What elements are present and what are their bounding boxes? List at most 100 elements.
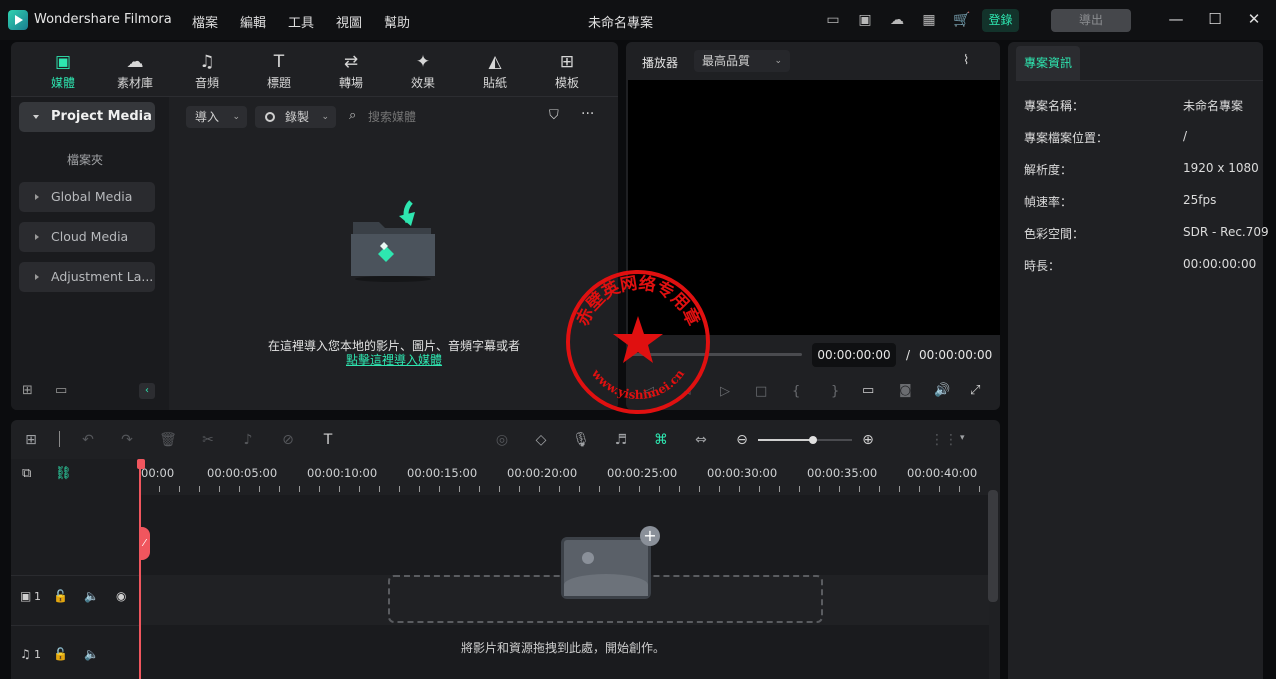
undo-icon[interactable]: ↶ <box>78 430 98 450</box>
sticker-icon: ◭ <box>488 52 502 72</box>
new-folder-icon[interactable]: ⊞ <box>22 383 33 398</box>
lock-icon[interactable]: 🔓 <box>53 589 68 603</box>
search-input[interactable] <box>368 106 528 128</box>
audio-mixer-icon[interactable]: ♬ <box>611 430 631 450</box>
add-icon[interactable]: + <box>640 526 660 546</box>
cloud-upload-icon[interactable]: ☁ <box>889 12 905 28</box>
quality-dropdown[interactable]: 最高品質 ⌄ <box>694 50 790 72</box>
play-icon[interactable]: ▷ <box>720 384 730 399</box>
menu-edit[interactable]: 編輯 <box>240 12 266 31</box>
login-button[interactable]: 登錄 <box>982 9 1019 32</box>
volume-icon[interactable]: 🔊 <box>934 383 950 398</box>
export-button[interactable]: 導出 <box>1051 9 1131 32</box>
grid-apps-icon[interactable]: ▦ <box>921 12 937 28</box>
maximize-icon[interactable]: ☐ <box>1206 10 1224 28</box>
video-preview[interactable] <box>628 80 1000 335</box>
more-icon[interactable]: ··· <box>581 106 594 122</box>
audio-edit-icon[interactable]: ♪ <box>238 430 258 450</box>
playhead-flag[interactable]: ⁄ <box>139 527 150 560</box>
drop-image-icon <box>561 537 651 599</box>
info-divider <box>1016 80 1263 81</box>
info-key-duration: 時長： <box>1024 259 1061 273</box>
zoom-out-icon[interactable]: ⊖ <box>732 430 752 450</box>
link-icon[interactable]: ⛓ <box>55 466 72 481</box>
snapshot-icon[interactable]: ◙ <box>899 383 912 398</box>
marker-icon[interactable]: ◇ <box>531 430 551 450</box>
current-timecode[interactable]: 00:00:00:00 <box>812 343 896 367</box>
sidebar-item-adjustment-layer[interactable]: Adjustment La... <box>19 262 155 292</box>
zoom-in-icon[interactable]: ⊕ <box>858 430 878 450</box>
tag-icon[interactable]: ⊘ <box>278 430 298 450</box>
timeline-scrollbar[interactable] <box>988 490 998 602</box>
speaker-icon[interactable]: 🔈 <box>84 589 99 603</box>
menu-help[interactable]: 幫助 <box>384 12 410 31</box>
snap-icon[interactable]: ⌘ <box>651 430 671 450</box>
zoom-slider[interactable] <box>758 436 852 444</box>
record-label: 錄製 <box>285 110 310 124</box>
save-icon[interactable]: ▣ <box>857 12 873 28</box>
sidebar-item-cloud-media[interactable]: Cloud Media <box>19 222 155 252</box>
rewind-icon[interactable]: ◃ <box>684 384 691 399</box>
tab-audio[interactable]: ♫ 音頻 <box>177 50 237 94</box>
menu-tools[interactable]: 工具 <box>288 12 314 31</box>
mark-out-icon[interactable]: } <box>831 384 839 399</box>
effects-icon: ✦ <box>415 52 431 72</box>
toolbar-separator <box>59 431 60 447</box>
layout-icon[interactable]: ▭ <box>825 12 841 28</box>
eye-icon[interactable]: ◉ <box>116 589 126 603</box>
tab-project-info[interactable]: 專案資訊 <box>1016 46 1080 80</box>
menu-view[interactable]: 視圖 <box>336 12 362 31</box>
delete-icon[interactable]: 🗑 <box>158 430 178 450</box>
total-timecode: 00:00:00:00 <box>919 348 993 362</box>
import-dropdown[interactable]: 導入 ⌄ <box>186 106 247 128</box>
render-preview-icon[interactable]: ◎ <box>492 430 512 450</box>
tab-effects[interactable]: ✦ 效果 <box>393 50 453 94</box>
ruler-label: 00:00:20:00 <box>507 466 578 480</box>
record-dropdown[interactable]: 錄製 ⌄ <box>255 106 336 128</box>
playhead-line[interactable] <box>139 459 141 679</box>
import-folder-illustration[interactable] <box>349 196 437 282</box>
tab-sticker[interactable]: ◭ 貼紙 <box>465 50 525 94</box>
tab-stock[interactable]: ☁ 素材庫 <box>105 50 165 94</box>
fit-timeline-icon[interactable]: ⇔ <box>691 430 711 450</box>
filter-icon[interactable]: ⛉ <box>549 108 559 123</box>
add-track-icon[interactable]: ⧉ <box>22 466 31 481</box>
filmora-logo-icon <box>8 10 28 30</box>
tab-media-label: 媒體 <box>50 76 75 90</box>
speaker-icon[interactable]: 🔈 <box>84 647 99 661</box>
chevron-down-icon[interactable]: ▾ <box>960 433 965 443</box>
track-divider <box>11 575 139 576</box>
prev-frame-icon[interactable]: ◁ <box>644 384 654 399</box>
cut-icon[interactable]: ✂ <box>198 430 218 450</box>
microphone-icon[interactable]: 🎙 <box>571 430 591 450</box>
tab-transition[interactable]: ⇄ 轉場 <box>321 50 381 94</box>
playhead-handle[interactable] <box>137 459 145 469</box>
minimize-icon[interactable]: — <box>1167 10 1185 28</box>
tab-title[interactable]: T 標題 <box>249 50 309 94</box>
scopes-icon[interactable]: ⌇ <box>963 53 969 68</box>
display-icon[interactable]: ▭ <box>862 383 874 398</box>
lock-icon[interactable]: 🔓 <box>53 647 68 661</box>
playback-progress[interactable] <box>630 353 802 356</box>
folder-icon[interactable]: ▭ <box>55 383 67 398</box>
tab-template[interactable]: ⊞ 模板 <box>537 50 597 94</box>
import-media-link[interactable]: 點擊這裡導入媒體 <box>346 351 442 368</box>
fullscreen-icon[interactable]: ⤢ <box>970 383 980 398</box>
collapse-sidebar-icon[interactable]: ‹ <box>139 383 155 399</box>
layout-grid-icon[interactable]: ⊞ <box>21 430 41 450</box>
redo-icon[interactable]: ↷ <box>117 430 137 450</box>
project-media-item[interactable]: Project Media <box>19 102 155 132</box>
mark-in-icon[interactable]: { <box>792 384 800 399</box>
cart-icon[interactable]: 🛒 <box>953 12 970 28</box>
track-settings-icon[interactable]: ⋮⋮ <box>930 430 958 450</box>
text-tool-icon[interactable]: T <box>318 430 338 450</box>
ruler-ticks <box>139 486 989 492</box>
sidebar-item-global-media[interactable]: Global Media <box>19 182 155 212</box>
ruler-label: 00:00 <box>141 466 175 480</box>
stop-icon[interactable]: □ <box>755 384 767 399</box>
tab-media[interactable]: ▣ 媒體 <box>33 50 93 94</box>
close-icon[interactable]: ✕ <box>1245 10 1263 28</box>
info-key-location: 專案檔案位置： <box>1024 131 1109 145</box>
menu-file[interactable]: 檔案 <box>192 12 218 31</box>
zoom-slider-handle[interactable] <box>809 436 817 444</box>
